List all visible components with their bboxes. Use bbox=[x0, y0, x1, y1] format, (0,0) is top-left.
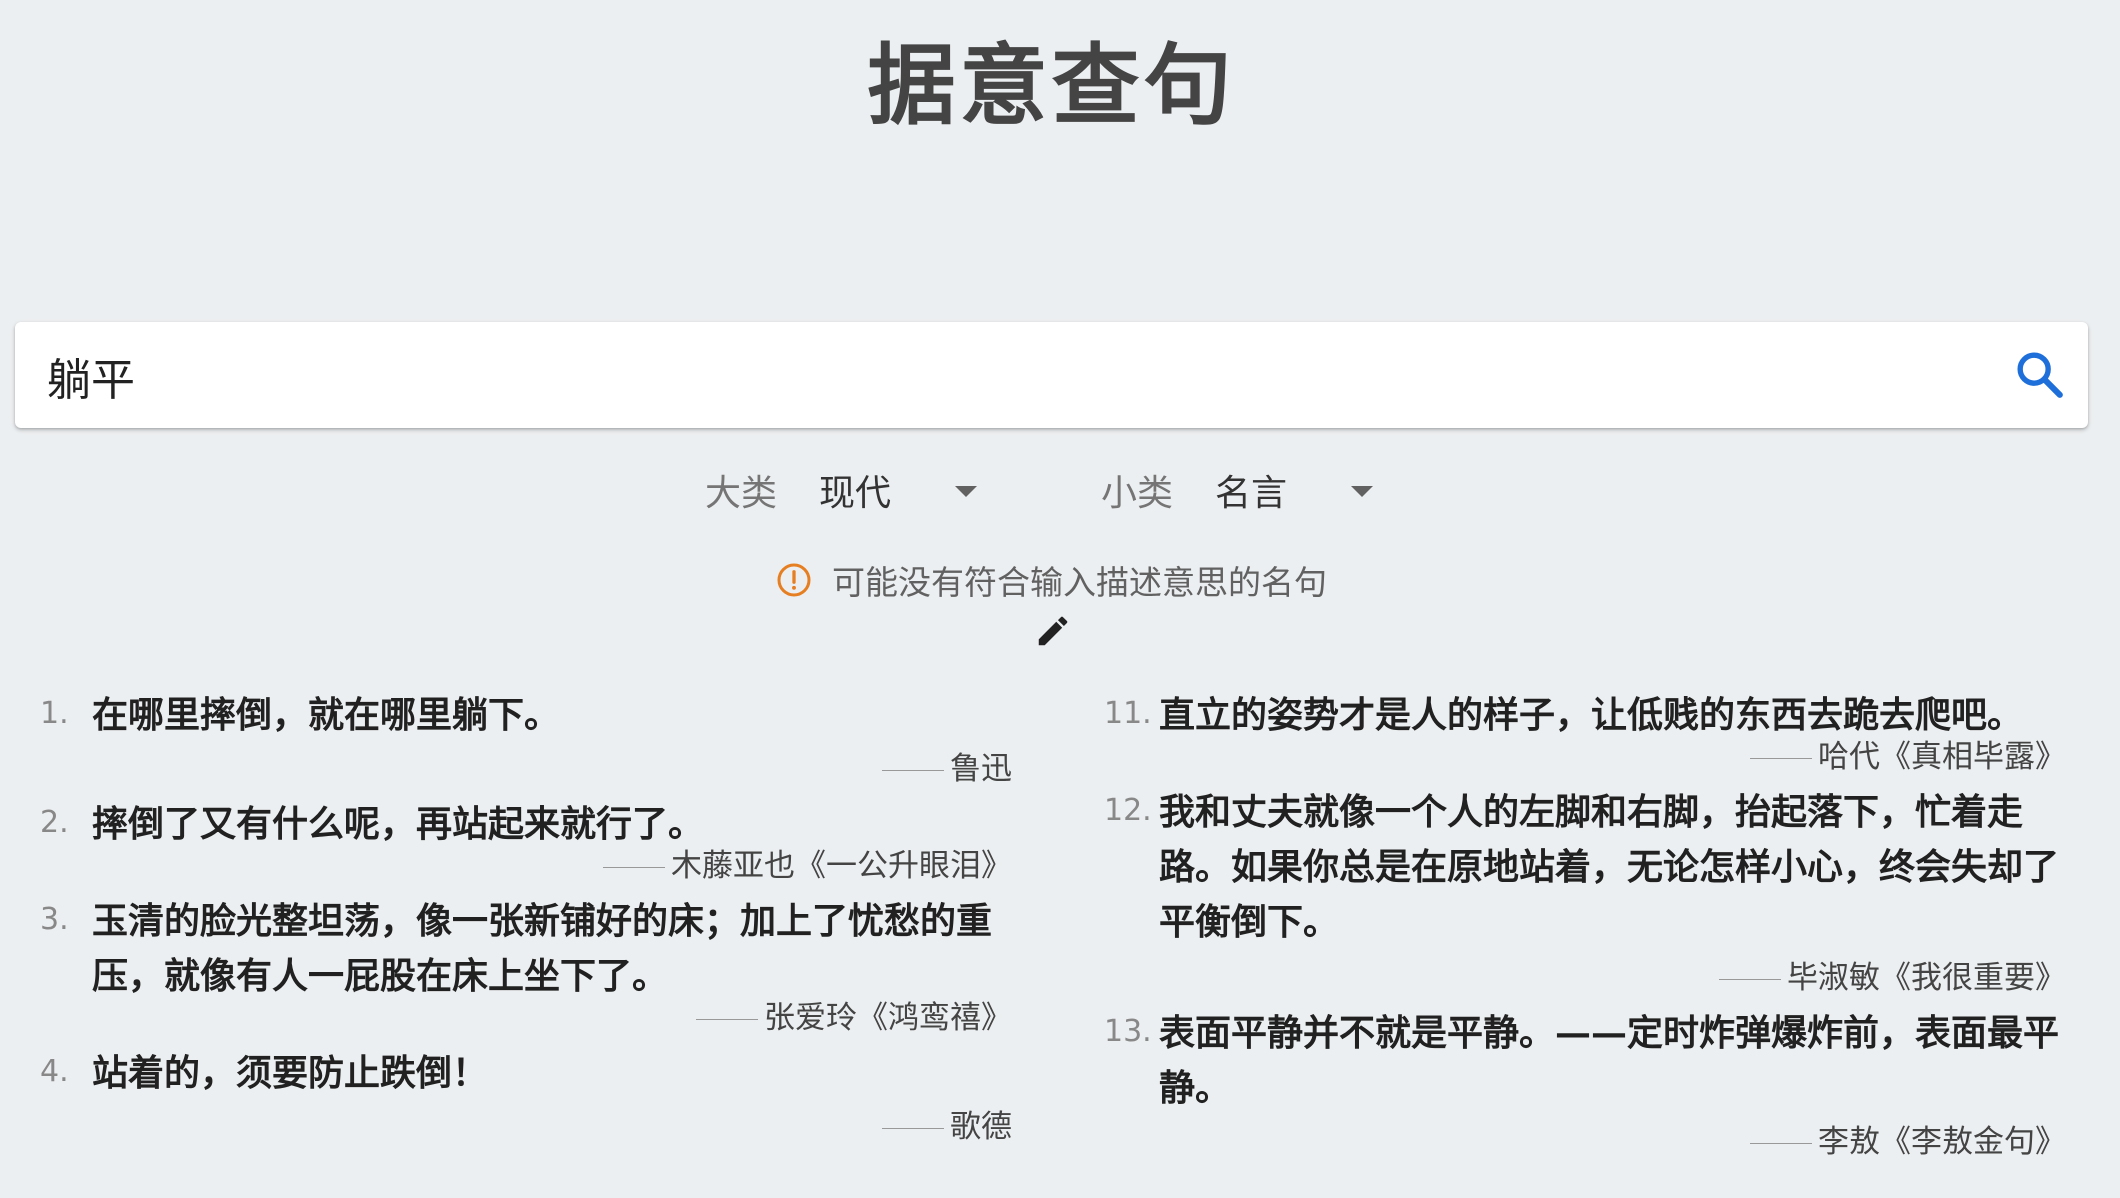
filter-bar: 大类 现代 小类 名言 bbox=[0, 460, 2103, 520]
chevron-down-icon bbox=[955, 486, 977, 497]
result-number: 12. bbox=[1104, 793, 1152, 828]
result-item[interactable]: 2. 摔倒了又有什么呢，再站起来就行了。 木藤亚也《一公升眼泪》 bbox=[40, 797, 1012, 886]
result-quote: 玉清的脸光整坦荡，像一张新铺好的床；加上了忧愁的重压，就像有人一屁股在床上坐下了… bbox=[92, 900, 993, 997]
category-select[interactable]: 大类 现代 bbox=[705, 460, 985, 520]
result-number: 2. bbox=[40, 805, 69, 840]
result-source: 鲁迅 bbox=[950, 751, 1012, 787]
search-icon bbox=[2017, 352, 2063, 398]
search-box bbox=[15, 322, 2088, 428]
result-item[interactable]: 11. 直立的姿势才是人的样子，让低贱的东西去跪去爬吧。 哈代《真相毕露》 bbox=[1100, 688, 2066, 777]
no-match-notice: 可能没有符合输入描述意思的名句 bbox=[0, 556, 2103, 602]
category-label: 大类 bbox=[705, 473, 778, 514]
result-number: 1. bbox=[40, 696, 69, 731]
result-quote: 我和丈夫就像一个人的左脚和右脚，抬起落下，忙着走路。如果你总是在原地站着，无论怎… bbox=[1159, 791, 2060, 943]
result-quote: 站着的，须要防止跌倒！ bbox=[92, 1052, 489, 1094]
result-source-line: 歌德 bbox=[40, 1107, 1012, 1147]
result-source: 歌德 bbox=[950, 1109, 1012, 1145]
result-item[interactable]: 1. 在哪里摔倒，就在哪里躺下。 鲁迅 bbox=[40, 688, 1012, 789]
result-quote: 直立的姿势才是人的样子，让低贱的东西去跪去爬吧。 bbox=[1159, 694, 2024, 736]
result-item[interactable]: 3. 玉清的脸光整坦荡，像一张新铺好的床；加上了忧愁的重压，就像有人一屁股在床上… bbox=[40, 894, 1012, 1038]
results-left-column: 1. 在哪里摔倒，就在哪里躺下。 鲁迅 2. 摔倒了又有什么呢，再站起来就行了。… bbox=[40, 688, 1012, 1155]
result-source: 毕淑敏《我很重要》 bbox=[1787, 960, 2066, 996]
result-source: 张爱玲《鸿鸾禧》 bbox=[764, 1000, 1012, 1036]
result-source-line: 张爱玲《鸿鸾禧》 bbox=[40, 998, 1012, 1038]
result-source: 李敖《李敖金句》 bbox=[1818, 1124, 2066, 1160]
subcategory-value: 名言 bbox=[1215, 473, 1288, 514]
dash-divider bbox=[1719, 979, 1781, 980]
result-source-line: 哈代《真相毕露》 bbox=[1100, 737, 2066, 777]
result-item[interactable]: 12. 我和丈夫就像一个人的左脚和右脚，抬起落下，忙着走路。如果你总是在原地站着… bbox=[1100, 785, 2066, 998]
result-quote: 表面平静并不就是平静。——定时炸弹爆炸前，表面最平静。 bbox=[1159, 1012, 2060, 1109]
result-item[interactable]: 13. 表面平静并不就是平静。——定时炸弹爆炸前，表面最平静。 李敖《李敖金句》 bbox=[1100, 1006, 2066, 1162]
result-quote: 摔倒了又有什么呢，再站起来就行了。 bbox=[92, 803, 705, 845]
dash-divider bbox=[1750, 1143, 1812, 1144]
result-number: 11. bbox=[1104, 696, 1152, 731]
result-number: 13. bbox=[1104, 1014, 1152, 1049]
search-button[interactable] bbox=[2012, 347, 2068, 403]
result-source-line: 李敖《李敖金句》 bbox=[1100, 1122, 2066, 1162]
dash-divider bbox=[603, 867, 665, 868]
page-title: 据意查句 bbox=[867, 33, 1236, 137]
result-source-line: 毕淑敏《我很重要》 bbox=[1100, 958, 2066, 998]
dash-divider bbox=[1750, 758, 1812, 759]
result-number: 4. bbox=[40, 1054, 69, 1089]
result-source: 木藤亚也《一公升眼泪》 bbox=[671, 848, 1012, 884]
notice-text: 可能没有符合输入描述意思的名句 bbox=[832, 563, 1327, 602]
dash-divider bbox=[696, 1019, 758, 1020]
alert-circle-icon bbox=[777, 563, 811, 597]
result-source: 哈代《真相毕露》 bbox=[1818, 739, 2066, 775]
dash-divider bbox=[882, 1128, 944, 1129]
search-input[interactable] bbox=[45, 340, 1949, 412]
subcategory-select[interactable]: 小类 名言 bbox=[1101, 460, 1381, 520]
result-number: 3. bbox=[40, 902, 69, 937]
result-item[interactable]: 4. 站着的，须要防止跌倒！ 歌德 bbox=[40, 1046, 1012, 1147]
edit-button[interactable] bbox=[1034, 612, 1072, 650]
result-source-line: 木藤亚也《一公升眼泪》 bbox=[40, 846, 1012, 886]
chevron-down-icon bbox=[1351, 486, 1373, 497]
pencil-icon bbox=[1038, 616, 1068, 646]
result-quote: 在哪里摔倒，就在哪里躺下。 bbox=[92, 694, 561, 736]
results-right-column: 11. 直立的姿势才是人的样子，让低贱的东西去跪去爬吧。 哈代《真相毕露》 12… bbox=[1100, 688, 2066, 1170]
subcategory-label: 小类 bbox=[1101, 473, 1174, 514]
result-source-line: 鲁迅 bbox=[40, 749, 1012, 789]
category-value: 现代 bbox=[819, 473, 892, 514]
dash-divider bbox=[882, 770, 944, 771]
